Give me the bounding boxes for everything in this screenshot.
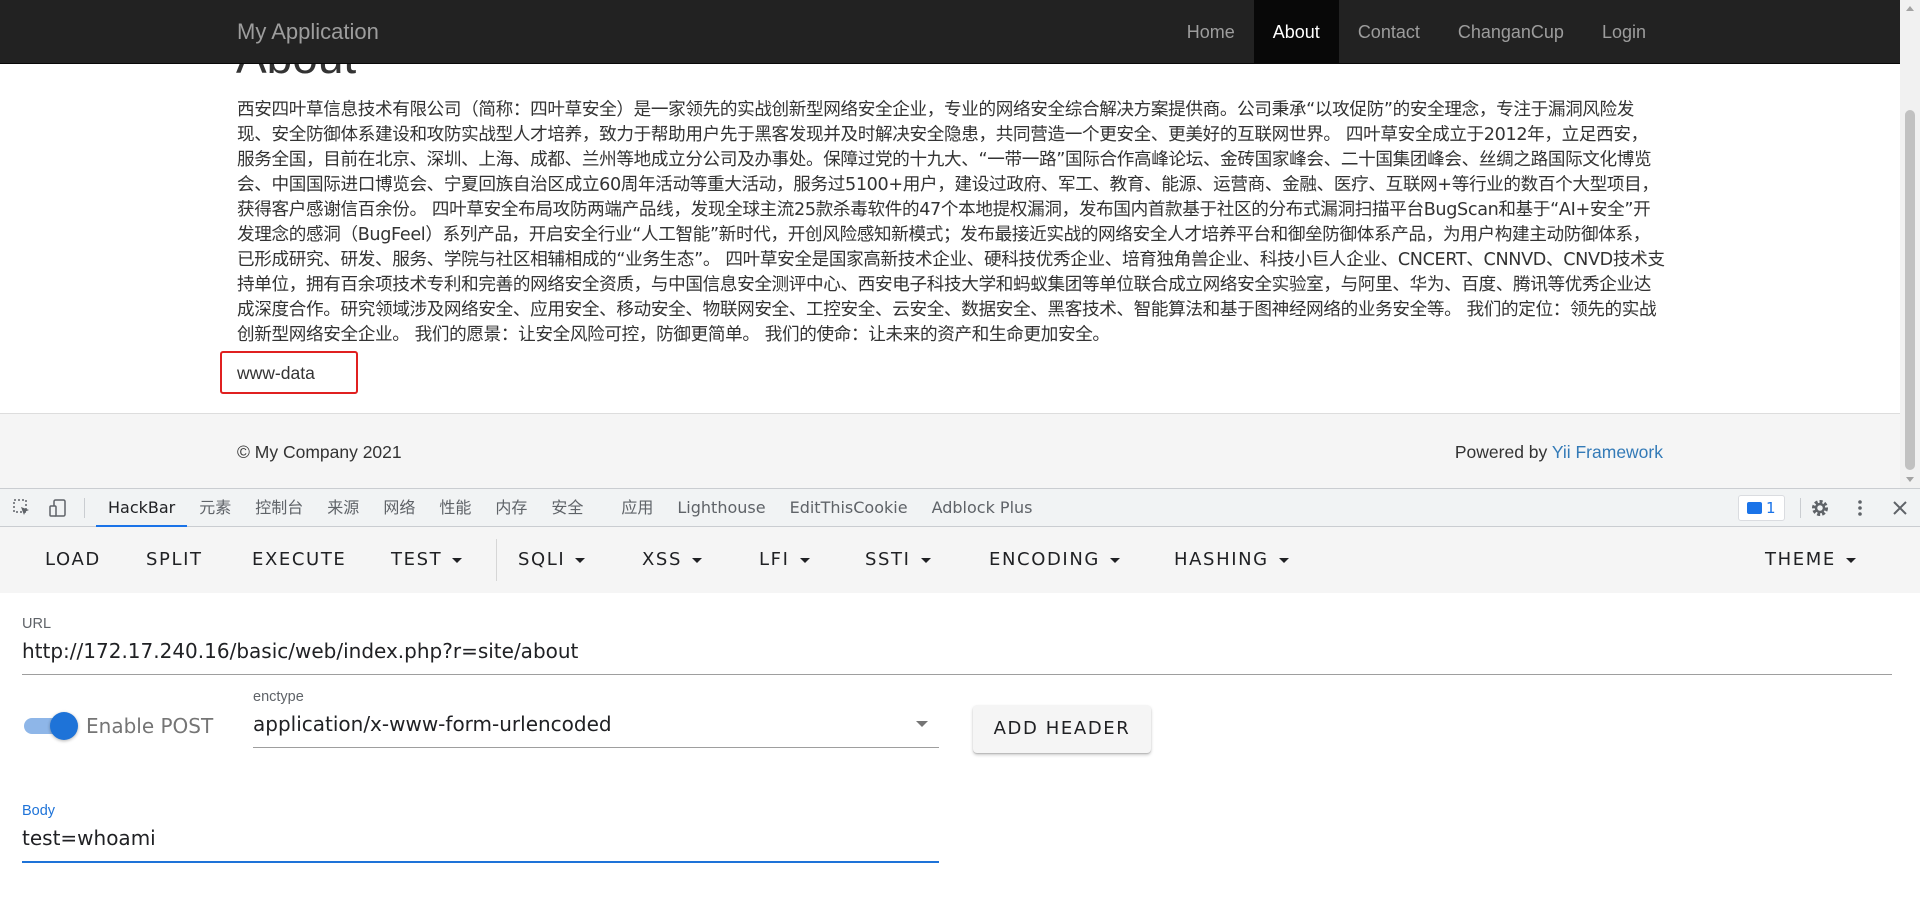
enctype-underline: [253, 747, 939, 748]
scroll-down-arrow-icon[interactable]: [1906, 477, 1914, 482]
about-text: 西安四叶草信息技术有限公司（简称：四叶草安全）是一家领先的实战创新型网络安全企业…: [237, 100, 1665, 345]
tab-hackbar[interactable]: HackBar: [96, 489, 188, 527]
footer-copyright: © My Company 2021: [237, 442, 402, 462]
footer: © My Company 2021 Powered by Yii Framewo…: [0, 413, 1900, 488]
ssti-menu-button[interactable]: SSTI: [865, 527, 931, 593]
chevron-down-icon: [575, 557, 586, 563]
chevron-down-icon: [1845, 557, 1856, 563]
web-page: My Application Home About Contact Changa…: [0, 0, 1900, 488]
navbar: My Application Home About Contact Changa…: [0, 0, 1900, 64]
encoding-menu-button[interactable]: ENCODING: [989, 527, 1120, 593]
toolbar-divider: [496, 539, 497, 581]
tab-adblock-plus[interactable]: Adblock Plus: [920, 489, 1045, 527]
tabbar-divider: [84, 498, 85, 518]
nav-item-login[interactable]: Login: [1583, 0, 1665, 64]
add-header-button[interactable]: ADD HEADER: [973, 705, 1151, 753]
nav-item-about[interactable]: About: [1253, 0, 1339, 64]
close-icon[interactable]: [1890, 498, 1910, 518]
tab-memory[interactable]: 内存: [483, 489, 539, 527]
lfi-menu-button[interactable]: LFI: [759, 527, 810, 593]
url-input[interactable]: http://172.17.240.16/basic/web/index.php…: [22, 639, 578, 663]
chat-icon: [1747, 502, 1762, 514]
chevron-down-icon: [691, 557, 702, 563]
devtools-tabbar: HackBar 元素 控制台 来源 网络 性能 内存 安全 应用 Lightho…: [0, 489, 1920, 527]
tab-application[interactable]: 应用: [609, 489, 665, 527]
chevron-down-icon: [1278, 557, 1289, 563]
enctype-label: enctype: [253, 689, 304, 705]
devtools-panel: HackBar 元素 控制台 来源 网络 性能 内存 安全 应用 Lightho…: [0, 488, 1920, 902]
nav-item-home[interactable]: Home: [1168, 0, 1254, 64]
execute-button[interactable]: EXECUTE: [252, 527, 346, 593]
url-input-underline: [22, 674, 1892, 675]
toggle-knob: [50, 712, 78, 740]
tab-security[interactable]: 安全: [539, 489, 595, 527]
chevron-down-icon: [799, 557, 810, 563]
dropdown-arrow-icon[interactable]: [916, 721, 928, 727]
tab-sources[interactable]: 来源: [315, 489, 371, 527]
tab-console[interactable]: 控制台: [243, 489, 315, 527]
xss-menu-button[interactable]: XSS: [642, 527, 702, 593]
scroll-up-arrow-icon[interactable]: [1906, 6, 1914, 11]
tab-editthiscookie[interactable]: EditThisCookie: [778, 489, 920, 527]
tabbar-divider-right: [1800, 498, 1801, 518]
theme-menu-button[interactable]: THEME: [1765, 527, 1856, 593]
enable-post-toggle[interactable]: [24, 712, 78, 740]
brand-link[interactable]: My Application: [237, 19, 379, 45]
enctype-select[interactable]: application/x-www-form-urlencoded: [253, 712, 612, 736]
more-vert-icon[interactable]: [1850, 498, 1870, 518]
scrollbar-thumb[interactable]: [1905, 110, 1915, 470]
tab-elements[interactable]: 元素: [187, 489, 243, 527]
nav-menu: Home About Contact ChanganCup Login: [1168, 0, 1665, 64]
highlight-annotation: [220, 351, 358, 394]
test-menu-button[interactable]: TEST: [391, 527, 463, 593]
chevron-down-icon: [452, 557, 463, 563]
footer-powered-by: Powered by Yii Framework: [1455, 442, 1663, 463]
split-button[interactable]: SPLIT: [146, 527, 203, 593]
devtools-tabs: HackBar 元素 控制台 来源 网络 性能 内存 安全 应用 Lightho…: [96, 489, 1045, 527]
sqli-menu-button[interactable]: SQLI: [518, 527, 586, 593]
tab-network[interactable]: 网络: [371, 489, 427, 527]
hashing-menu-button[interactable]: HASHING: [1174, 527, 1289, 593]
device-toolbar-icon[interactable]: [48, 498, 68, 518]
tab-lighthouse[interactable]: Lighthouse: [665, 489, 777, 527]
chevron-down-icon: [920, 557, 931, 563]
powered-prefix: Powered by: [1454, 442, 1552, 462]
issues-badge[interactable]: 1: [1738, 495, 1785, 521]
enable-post-label: Enable POST: [86, 714, 214, 738]
inspect-element-icon[interactable]: [12, 498, 32, 518]
nav-item-contact[interactable]: Contact: [1339, 0, 1439, 64]
tab-performance[interactable]: 性能: [427, 489, 483, 527]
load-button[interactable]: LOAD: [45, 527, 101, 593]
yii-framework-link[interactable]: Yii Framework: [1552, 442, 1663, 462]
chevron-down-icon: [1109, 557, 1120, 563]
issues-count: 1: [1766, 499, 1776, 517]
body-input[interactable]: test=whoami: [22, 826, 156, 850]
nav-item-changancup[interactable]: ChanganCup: [1439, 0, 1583, 64]
url-label: URL: [22, 616, 52, 632]
hackbar-toolbar: LOAD SPLIT EXECUTE TEST SQLI XSS LFI SST…: [0, 527, 1920, 593]
page-scrollbar[interactable]: [1900, 0, 1920, 488]
gear-icon[interactable]: [1810, 498, 1830, 518]
body-input-underline: [22, 861, 939, 863]
body-label: Body: [22, 803, 56, 819]
